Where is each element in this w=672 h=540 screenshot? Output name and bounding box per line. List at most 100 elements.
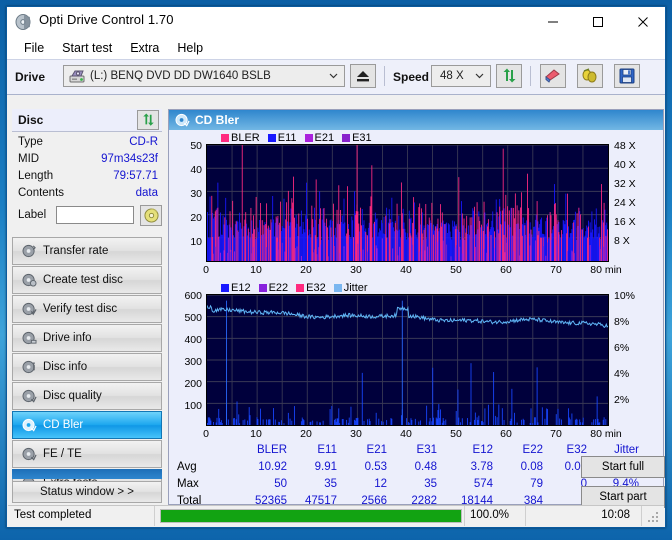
save-button[interactable] (614, 64, 640, 88)
chart1-y2tick: 24 X (614, 197, 636, 209)
disc-label-button[interactable] (140, 205, 162, 226)
disc-transfer-icon (18, 243, 40, 259)
sidebar-item-verify-test-disc[interactable]: Verify test disc (12, 295, 162, 323)
disc-label-input[interactable] (56, 206, 134, 224)
sidebar-item-transfer-rate[interactable]: Transfer rate (12, 237, 162, 265)
stats-header: Jitter (614, 444, 639, 456)
disc-create-icon (18, 272, 40, 288)
stats-cell: 9.91 (314, 461, 337, 473)
menu-bar: File Start test Extra Help (7, 37, 665, 59)
disc-row-mid: MID 97m34s23f (12, 152, 162, 169)
disc-info-rows: Type CD-R MID 97m34s23f Length 79:57.71 … (12, 135, 162, 229)
close-button[interactable] (620, 7, 665, 37)
legend-label-e22: E22 (268, 282, 289, 294)
speed-select[interactable]: 48 X (431, 65, 491, 87)
disc-info-icon (18, 359, 40, 375)
resize-grip-icon[interactable] (648, 511, 660, 523)
right-panel: CD Bler BLER E11 E21 E31 50 40 30 20 10 … (168, 109, 665, 508)
chart1-xtick: 70 (550, 264, 562, 276)
chart1-ytick: 20 (190, 212, 202, 224)
start-full-button[interactable]: Start full (581, 456, 665, 478)
disc-verify-icon (18, 301, 40, 317)
menu-item-help[interactable]: Help (168, 39, 212, 57)
chart1-xtick: 80 min (590, 264, 622, 276)
sidebar-item-disc-quality[interactable]: Disc quality (12, 382, 162, 410)
chart1-xtick: 60 (500, 264, 512, 276)
legend-label-jitter: Jitter (343, 282, 368, 294)
window-title: Opti Drive Control 1.70 (39, 12, 174, 27)
sidebar-item-drive-info[interactable]: Drive info (12, 324, 162, 352)
disc-row-length: Length 79:57.71 (12, 169, 162, 186)
maximize-button[interactable] (575, 7, 620, 37)
eject-button[interactable] (350, 64, 376, 88)
bind-button[interactable] (577, 64, 603, 88)
stats-header: E32 (566, 444, 587, 456)
disc-fete-icon (18, 446, 40, 462)
window-controls (530, 7, 665, 37)
disc-row-key: Type (18, 136, 43, 148)
statistics-table: BLER E11 E21 E31 E12 E22 E32 Jitter Avg … (169, 442, 665, 512)
drive-select[interactable]: (L:) BENQ DVD DD DW1640 BSLB (63, 65, 345, 87)
elapsed-time: 10:08 (601, 509, 630, 521)
chart1-y2tick: 32 X (614, 178, 636, 190)
disc-quality-icon (18, 388, 40, 404)
chevron-down-icon (329, 71, 338, 80)
disc-refresh-button[interactable] (137, 110, 159, 130)
menu-item-extra[interactable]: Extra (121, 39, 168, 57)
chart2-y2tick: 10% (614, 290, 636, 302)
chart1-y2tick: 8 X (614, 235, 630, 247)
chart1-xtick: 10 (250, 264, 262, 276)
menu-item-file[interactable]: File (15, 39, 53, 57)
chart2-legend: E12 E22 E32 Jitter (221, 282, 372, 294)
chart1-y2tick: 16 X (614, 216, 636, 228)
chart2-y2tick: 4% (614, 368, 630, 380)
chart1-legend: BLER E11 E21 E31 (221, 132, 376, 144)
stats-header: E11 (317, 444, 337, 456)
erase-button[interactable] (540, 64, 566, 88)
stats-cell: 12 (374, 478, 387, 490)
legend-label-e32: E32 (306, 282, 326, 294)
chart1-xtick: 50 (450, 264, 462, 276)
sidebar-item-create-test-disc[interactable]: Create test disc (12, 266, 162, 294)
panel-header: CD Bler (169, 110, 663, 130)
sidebar-item-fe-te[interactable]: FE / TE (12, 440, 162, 468)
stats-row-label: Avg (177, 461, 197, 473)
refresh-drive-button[interactable] (496, 64, 522, 88)
legend-label-e31: E31 (352, 132, 372, 144)
toolbar: Drive (L:) BENQ DVD DD DW1640 BSLB Speed (7, 59, 665, 95)
stats-cell: 10.92 (258, 461, 287, 473)
stats-cell: 35 (324, 478, 337, 490)
disc-row-value: data (135, 187, 158, 199)
menu-item-start-test[interactable]: Start test (53, 39, 121, 57)
application-window: Opti Drive Control 1.70 File Start test … (6, 6, 666, 528)
status-window-button[interactable]: Status window > > (12, 481, 162, 503)
chart2-y2tick: 6% (614, 342, 630, 354)
stats-cell: 35 (424, 478, 437, 490)
sidebar-item-label: Create test disc (43, 274, 123, 286)
chart1-xtick: 0 (203, 264, 209, 276)
progress-text: 100.0% (470, 509, 510, 521)
disc-label-key: Label (18, 209, 47, 221)
disc-row-key: MID (18, 153, 40, 165)
disc-panel-title: Disc (18, 113, 44, 127)
chart2-xtick: 80 min (590, 428, 622, 440)
sidebar-item-label: CD Bler (43, 419, 84, 431)
status-message: Test completed (14, 509, 92, 521)
chart1-ytick: 50 (190, 140, 202, 152)
stats-header: E31 (416, 444, 437, 456)
chart2-ytick: 500 (184, 312, 202, 324)
disc-row-value: 79:57.71 (113, 170, 158, 182)
minimize-button[interactable] (530, 7, 575, 37)
stats-header: E12 (472, 444, 493, 456)
chart2-xtick: 60 (500, 428, 512, 440)
sidebar-item-label: Verify test disc (43, 303, 118, 315)
chart2-xtick: 30 (350, 428, 362, 440)
chart2-xtick: 20 (300, 428, 312, 440)
disc-row-key: Length (18, 170, 54, 182)
drive-icon (69, 69, 86, 87)
chart2-xtick: 0 (203, 428, 209, 440)
sidebar-item-cd-bler[interactable]: CD Bler (12, 411, 162, 439)
stats-cell: 574 (473, 478, 493, 490)
sidebar-item-disc-info[interactable]: Disc info (12, 353, 162, 381)
disc-row-value: 97m34s23f (101, 153, 158, 165)
